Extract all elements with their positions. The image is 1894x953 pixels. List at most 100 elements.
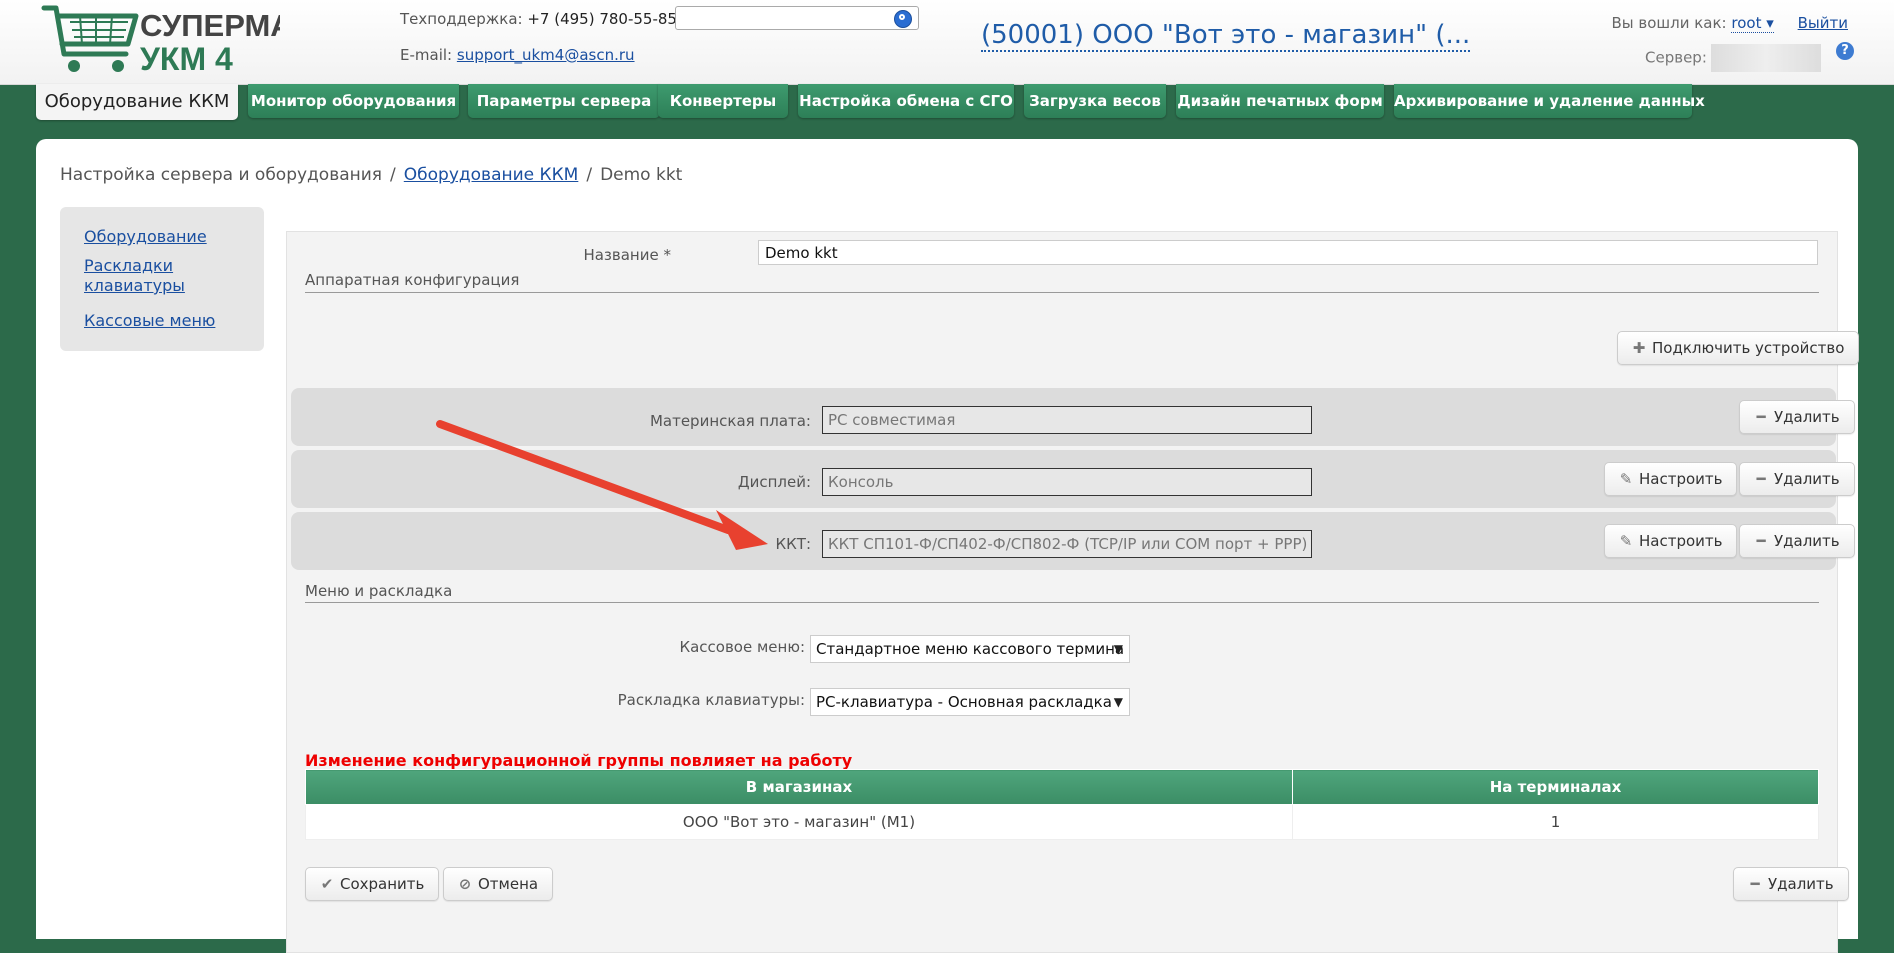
equipment-form: Название * Demo kkt Аппаратная конфигура… — [286, 231, 1860, 953]
delete-label: Удалить — [1774, 470, 1840, 488]
plus-icon: ✚ — [1632, 339, 1646, 357]
support-email-link[interactable]: support_ukm4@ascn.ru — [457, 46, 635, 64]
device-label: ККТ: — [775, 535, 811, 553]
name-label: Название * — [583, 246, 671, 264]
device-row-kkt: ККТ: ККТ СП101-Ф/СП402-Ф/СП802-Ф (TCP/IP… — [291, 512, 1855, 570]
column-header-stores: В магазинах — [305, 769, 1293, 805]
support-phone-line: Техподдержка: +7 (495) 780-55-85 — [400, 10, 677, 28]
logout-link[interactable]: Выйти — [1798, 14, 1848, 32]
breadcrumb-sep: / — [390, 165, 396, 185]
device-label: Дисплей: — [737, 473, 811, 491]
pencil-icon: ✎ — [1619, 470, 1633, 488]
keyboard-layout-label: Раскладка клавиатуры: — [617, 691, 805, 709]
save-label: Сохранить — [340, 875, 425, 893]
delete-label: Удалить — [1774, 532, 1840, 550]
configure-device-button[interactable]: ✎ Настроить — [1604, 462, 1738, 496]
support-phone: +7 (495) 780-55-85 — [527, 10, 677, 28]
user-name: root — [1731, 14, 1762, 32]
tab-print-design[interactable]: Дизайн печатных форм — [1176, 84, 1384, 118]
section-divider — [305, 602, 1819, 603]
server-info: Сервер: — [1645, 44, 1821, 72]
config-group-table: В магазинах На терминалах ООО "Вот это -… — [305, 769, 1819, 840]
tab-equipment-monitor[interactable]: Монитор оборудования — [248, 84, 459, 118]
section-divider — [305, 292, 1819, 293]
dropdown-arrow-icon: ▼ — [1113, 642, 1123, 656]
sidebar-item-cash-menus[interactable]: Кассовые меню — [84, 311, 215, 331]
minus-icon: ━ — [1756, 470, 1766, 488]
server-label: Сервер: — [1645, 48, 1707, 67]
login-info: Вы вошли как: root ▾ Выйти — [1611, 14, 1848, 33]
keyboard-layout-select[interactable]: PC-клавиатура - Основная раскладка ▼ — [810, 688, 1130, 716]
cancel-label: Отмена — [478, 875, 539, 893]
delete-config-label: Удалить — [1768, 875, 1834, 893]
delete-device-button[interactable]: ━ Удалить — [1739, 462, 1855, 496]
app-header: СУПЕРМАГ УКМ 4 Техподдержка: +7 (495) 78… — [0, 0, 1894, 85]
table-cell-store: ООО "Вот это - магазин" (М1) — [305, 804, 1293, 840]
minus-icon: ━ — [1756, 408, 1766, 426]
cash-menu-select[interactable]: Стандартное меню кассового термина ▼ — [810, 635, 1130, 663]
logged-in-label: Вы вошли как: — [1611, 14, 1727, 32]
tab-sgo-exchange[interactable]: Настройка обмена с СГО — [798, 84, 1014, 118]
sidebar-item-keyboard-layouts[interactable]: Раскладки клавиатуры — [84, 256, 224, 296]
tab-scale-loading[interactable]: Загрузка весов — [1024, 84, 1166, 118]
tab-archiving[interactable]: Архивирование и удаление данных — [1394, 84, 1705, 118]
tab-converters[interactable]: Конвертеры — [658, 84, 788, 118]
support-email-line: E-mail: support_ukm4@ascn.ru — [400, 46, 635, 64]
delete-config-button[interactable]: ━ Удалить — [1733, 867, 1849, 901]
pencil-icon: ✎ — [1619, 532, 1633, 550]
device-row-motherboard: Материнская плата: PC совместимая ━ Удали… — [291, 388, 1855, 446]
content-panel: Настройка сервера и оборудования / Оборудо… — [36, 139, 1860, 953]
tab-server-params[interactable]: Параметры сервера — [468, 84, 660, 118]
device-label: Материнская плата: — [649, 412, 811, 430]
keyboard-layout-value: PC-клавиатура - Основная раскладка — [816, 693, 1112, 711]
table-cell-terminals: 1 — [1292, 804, 1819, 840]
delete-label: Удалить — [1774, 408, 1840, 426]
menu-section-title: Меню и раскладка — [305, 582, 453, 600]
configure-label: Настроить — [1639, 532, 1723, 550]
breadcrumb: Настройка сервера и оборудования / Оборудо… — [60, 165, 682, 185]
sidebar: Оборудование Раскладки клавиатуры Кассов… — [60, 207, 264, 351]
breadcrumb-root: Настройка сервера и оборудования — [60, 165, 383, 185]
brand-line2: УКМ 4 — [140, 41, 233, 77]
email-label: E-mail: — [400, 46, 453, 64]
table-row: ООО "Вот это - магазин" (М1) 1 — [305, 804, 1819, 840]
name-input[interactable]: Demo kkt — [758, 240, 1818, 265]
configure-device-button[interactable]: ✎ Настроить — [1604, 524, 1738, 558]
device-value[interactable]: PC совместимая — [822, 406, 1312, 434]
delete-device-button[interactable]: ━ Удалить — [1739, 400, 1855, 434]
breadcrumb-current: Demo kkt — [600, 165, 683, 185]
cash-menu-label: Кассовое меню: — [679, 638, 805, 656]
checkmark-icon: ✔ — [320, 875, 334, 893]
warning-message: Изменение конфигурационной группы повлия… — [305, 751, 853, 770]
hardware-section-title: Аппаратная конфигурация — [305, 271, 520, 289]
breadcrumb-link[interactable]: Оборудование ККМ — [404, 165, 579, 185]
chevron-down-icon: ▾ — [1766, 14, 1774, 32]
connect-device-button[interactable]: ✚ Подключить устройство — [1617, 331, 1860, 365]
delete-device-button[interactable]: ━ Удалить — [1739, 524, 1855, 558]
device-value[interactable]: ККТ СП101-Ф/СП402-Ф/СП802-Ф (TCP/IP или … — [822, 530, 1312, 558]
column-header-terminals: На терминалах — [1292, 769, 1819, 805]
device-value[interactable]: Консоль — [822, 468, 1312, 496]
minus-icon: ━ — [1750, 875, 1760, 893]
server-value-redacted — [1710, 44, 1821, 72]
breadcrumb-sep: / — [586, 165, 593, 185]
device-row-display: Дисплей: Консоль ✎ Настроить ━ Удалить — [291, 450, 1855, 508]
dropdown-arrow-icon: ▼ — [1113, 695, 1123, 709]
search-input[interactable] — [675, 6, 919, 30]
organization-title[interactable]: (50001) ООО "Вот это - магазин" (... — [981, 20, 1471, 52]
support-label: Техподдержка: — [400, 10, 523, 28]
save-button[interactable]: ✔ Сохранить — [305, 867, 440, 901]
table-header-row: В магазинах На терминалах — [305, 769, 1819, 805]
user-menu[interactable]: root ▾ — [1731, 14, 1774, 33]
connect-device-label: Подключить устройство — [1652, 339, 1845, 357]
search-icon[interactable] — [894, 10, 912, 28]
brand-line1: СУПЕРМАГ — [140, 8, 280, 43]
tab-kkm-equipment[interactable]: Оборудование ККМ — [36, 84, 238, 120]
help-icon[interactable]: ? — [1836, 42, 1854, 60]
supermag-logo[interactable]: СУПЕРМАГ УКМ 4 — [40, 2, 280, 78]
sidebar-item-equipment[interactable]: Оборудование — [84, 227, 207, 247]
minus-icon: ━ — [1756, 532, 1766, 550]
cancel-button[interactable]: ⊘ Отмена — [443, 867, 554, 901]
cancel-icon: ⊘ — [458, 875, 472, 893]
configure-label: Настроить — [1639, 470, 1723, 488]
